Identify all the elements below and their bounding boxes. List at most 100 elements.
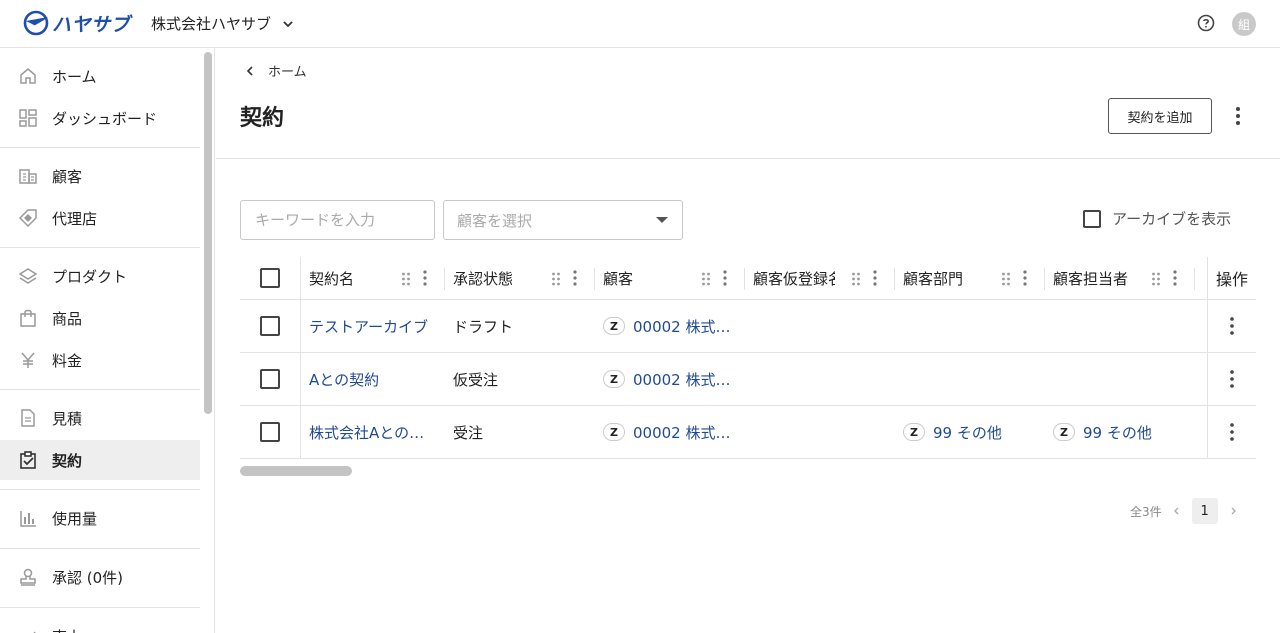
company-name: 株式会社ハヤサブ [151, 15, 272, 33]
row-actions-cell [1207, 406, 1256, 458]
sidebar-item-sales[interactable]: 売上 [0, 616, 200, 633]
contact-link[interactable]: 99 その他 [1083, 422, 1152, 443]
column-header-contract-name[interactable]: 契約名 [301, 257, 445, 299]
help-icon[interactable] [1197, 14, 1215, 32]
customer-cell[interactable]: Z 00002 株式会社 [595, 353, 735, 405]
column-header-approval-status[interactable]: 承認状態 [445, 257, 595, 299]
row-select-cell [240, 300, 301, 352]
row-more-icon[interactable] [1230, 370, 1234, 388]
department-link[interactable]: 99 その他 [933, 422, 1002, 443]
column-menu-icon[interactable] [573, 270, 577, 286]
customer-cell[interactable]: Z 00002 株式会社 [595, 406, 735, 458]
sidebar-item-label: 契約 [52, 451, 83, 470]
customer-link[interactable]: 00002 株式会社 [633, 316, 735, 337]
sidebar-item-label: 承認 (0件) [52, 568, 124, 587]
drag-handle-icon[interactable] [701, 272, 711, 286]
drag-handle-icon[interactable] [1151, 272, 1161, 286]
page-number[interactable]: 1 [1191, 498, 1218, 524]
row-more-icon[interactable] [1230, 317, 1234, 335]
sidebar-scrollbar[interactable] [204, 52, 212, 414]
sidebar-item-agencies[interactable]: 代理店 [0, 198, 200, 238]
customer-link[interactable]: 00002 株式会社 [633, 369, 735, 390]
sidebar-item-label: ダッシュボード [52, 109, 158, 128]
contract-name-cell[interactable]: テストアーカイブ [301, 300, 437, 352]
sidebar-item-items[interactable]: 商品 [0, 298, 200, 338]
table-row[interactable]: Aとの契約 仮受注 Z 00002 株式会社 [240, 353, 1256, 406]
logo[interactable]: ハヤサブ [22, 9, 130, 37]
avatar[interactable]: 組 [1232, 12, 1256, 36]
contract-name-link[interactable]: 株式会社Aとの契約 [301, 422, 437, 443]
layers-icon [18, 268, 38, 284]
chevron-left-icon [246, 65, 253, 76]
sidebar-item-label: 顧客 [52, 167, 83, 186]
drag-handle-icon[interactable] [851, 272, 861, 286]
table-header-row: 契約名 承認状態 顧客 顧客仮登録名 顧客部門 顧客担当者 操作 [240, 257, 1256, 300]
sidebar-item-pricing[interactable]: 料金 [0, 340, 200, 380]
select-all-checkbox[interactable] [260, 268, 280, 288]
sidebar-item-home[interactable]: ホーム [0, 56, 200, 96]
sidebar-divider [0, 489, 200, 490]
customer-contact-cell[interactable]: Z 99 その他 [1045, 406, 1195, 458]
customer-badge: Z [603, 317, 625, 335]
column-menu-icon[interactable] [723, 270, 727, 286]
sidebar-item-quotes[interactable]: 見積 [0, 398, 200, 438]
row-checkbox[interactable] [260, 316, 280, 336]
contract-name-cell[interactable]: 株式会社Aとの契約 [301, 406, 437, 458]
more-vertical-icon[interactable] [1230, 106, 1246, 126]
customer-department-cell[interactable]: Z 99 その他 [895, 406, 1045, 458]
column-menu-icon[interactable] [1173, 270, 1177, 286]
sidebar: ホーム ダッシュボード 顧客 代理店 プロダクト 商品 料金 見積 契約 使用量 [0, 48, 215, 633]
drag-handle-icon[interactable] [1001, 272, 1011, 286]
logo-text: ハヤサブ [52, 13, 131, 36]
column-menu-icon[interactable] [1023, 270, 1027, 286]
logo-mark-icon [23, 10, 49, 36]
customer-link[interactable]: 00002 株式会社 [633, 422, 735, 443]
contract-name-link[interactable]: Aとの契約 [301, 369, 379, 390]
column-header-customer-provisional-name[interactable]: 顧客仮登録名 [745, 257, 895, 299]
home-icon [20, 68, 36, 84]
add-contract-button[interactable]: 契約を追加 [1108, 98, 1212, 134]
contract-name-link[interactable]: テストアーカイブ [301, 316, 428, 337]
show-archive-checkbox[interactable] [1083, 209, 1101, 228]
main-content: ホーム 契約 契約を追加 顧客を選択 アーカイブを表示 契約名 承認状態 [216, 48, 1280, 633]
sidebar-item-approvals[interactable]: 承認 (0件) [0, 557, 200, 597]
table-row[interactable]: 株式会社Aとの契約 受注 Z 00002 株式会社 Z 99 その他 Z 99 その他 [240, 406, 1256, 459]
row-more-icon[interactable] [1230, 423, 1234, 441]
column-header-customer-department[interactable]: 顧客部門 [895, 257, 1045, 299]
prev-page-icon[interactable] [1172, 506, 1182, 516]
column-header-customer-contact[interactable]: 顧客担当者 [1045, 257, 1207, 299]
sidebar-item-products[interactable]: プロダクト [0, 256, 200, 296]
customer-cell[interactable]: Z 00002 株式会社 [595, 300, 735, 352]
row-select-cell [240, 353, 301, 405]
sidebar-item-usage[interactable]: 使用量 [0, 498, 200, 538]
next-page-icon[interactable] [1228, 506, 1238, 516]
show-archive-toggle[interactable]: アーカイブを表示 [1083, 208, 1231, 229]
company-switcher[interactable]: 株式会社ハヤサブ [151, 13, 295, 34]
contact-badge: Z [1053, 423, 1075, 441]
customer-badge: Z [603, 423, 625, 441]
drag-handle-icon[interactable] [401, 272, 411, 286]
approval-status-cell: ドラフト [453, 317, 514, 336]
column-menu-icon[interactable] [873, 270, 877, 286]
chevron-down-icon [283, 20, 293, 27]
bag-icon [20, 309, 36, 327]
column-header-customer[interactable]: 顧客 [595, 257, 745, 299]
sidebar-item-customers[interactable]: 顧客 [0, 156, 200, 196]
column-menu-icon[interactable] [423, 270, 427, 286]
row-checkbox[interactable] [260, 422, 280, 442]
pagination: 全3件 1 [1130, 498, 1248, 524]
breadcrumb[interactable]: ホーム [244, 61, 307, 80]
contract-name-cell[interactable]: Aとの契約 [301, 353, 437, 405]
sidebar-item-contracts[interactable]: 契約 [0, 440, 200, 480]
drag-handle-icon[interactable] [551, 272, 561, 286]
top-bar: ハヤサブ 株式会社ハヤサブ 組 [0, 0, 1280, 48]
column-separator[interactable] [1194, 268, 1195, 290]
customer-select[interactable]: 顧客を選択 [443, 200, 683, 240]
breadcrumb-home[interactable]: ホーム [268, 61, 307, 80]
table-row[interactable]: テストアーカイブ ドラフト Z 00002 株式会社 [240, 300, 1256, 353]
sidebar-item-dashboard[interactable]: ダッシュボード [0, 98, 200, 138]
table-horizontal-scrollbar[interactable] [240, 466, 352, 476]
row-checkbox[interactable] [260, 369, 280, 389]
keyword-search-input[interactable] [240, 200, 435, 240]
sidebar-divider [0, 389, 200, 390]
